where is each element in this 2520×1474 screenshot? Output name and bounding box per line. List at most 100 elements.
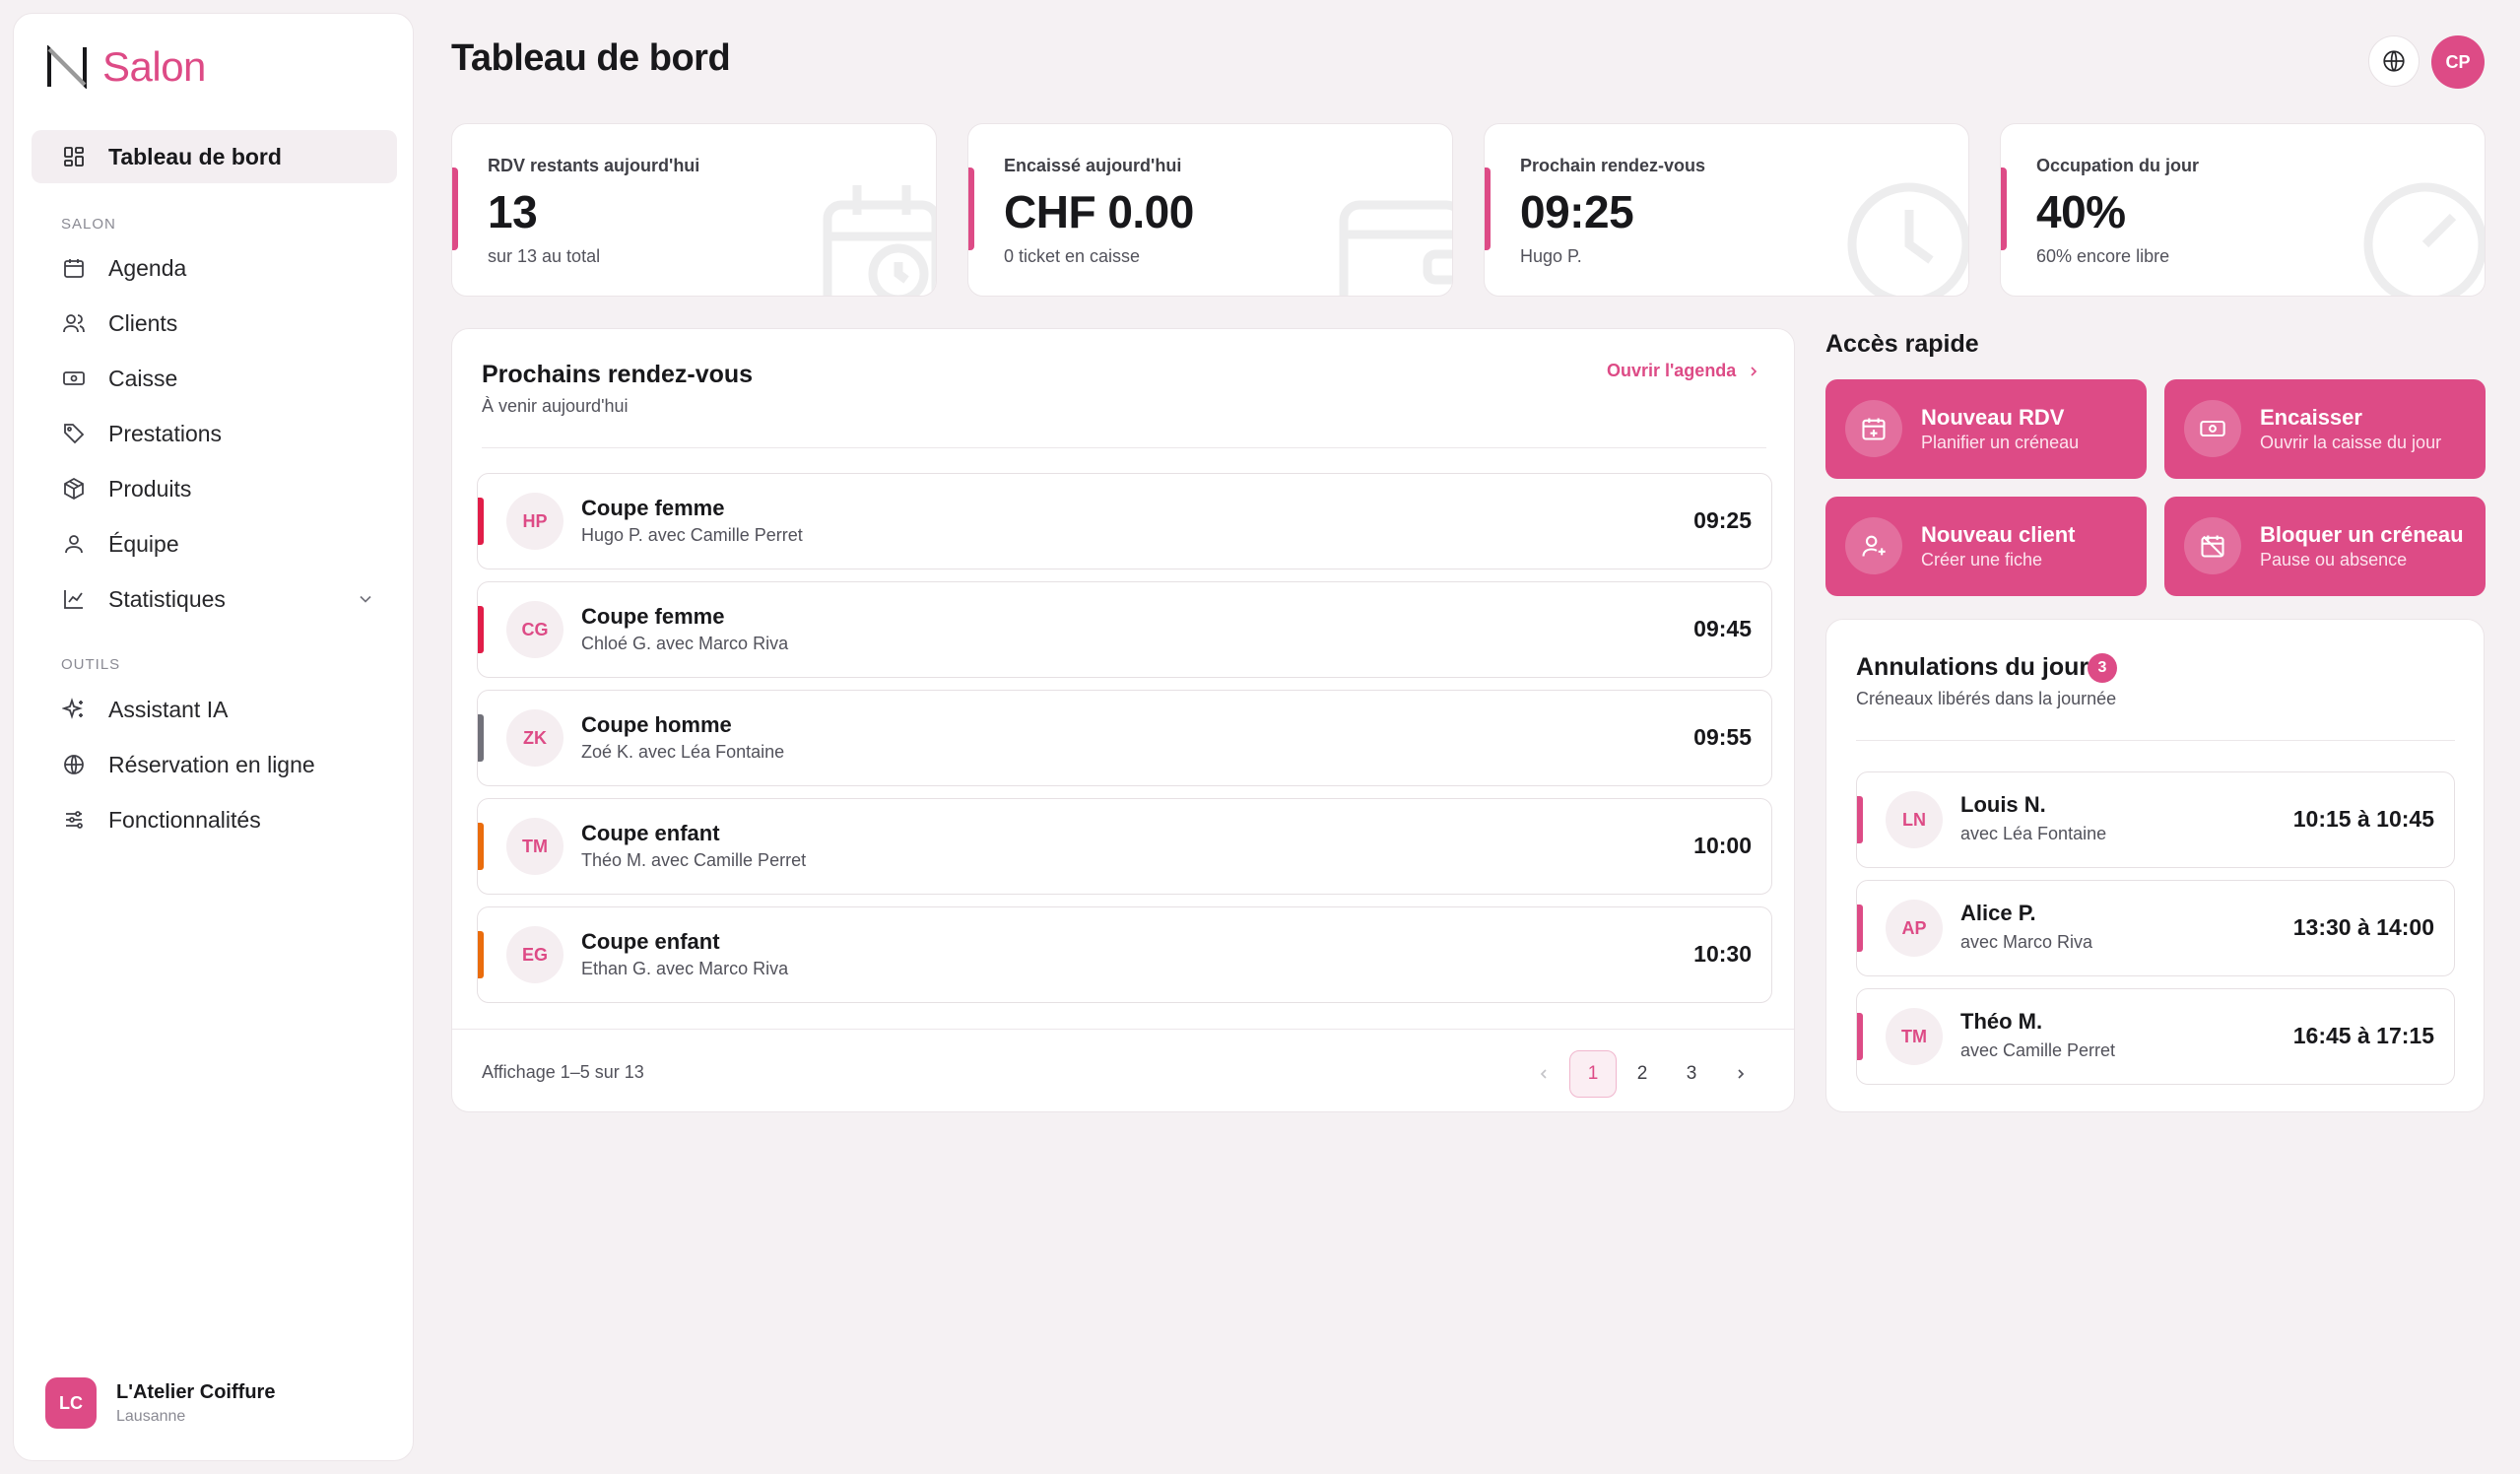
accent-bar xyxy=(968,168,974,250)
sidebar-item-dashboard[interactable]: Tableau de bord xyxy=(32,130,397,183)
cash-icon xyxy=(61,366,87,391)
cancellation-time: 10:15 à 10:45 xyxy=(2292,806,2434,832)
salon-avatar: LC xyxy=(45,1377,97,1429)
quick-action-sub: Planifier un créneau xyxy=(1921,433,2080,452)
cancellation-detail: avec Marco Riva xyxy=(1960,932,2093,952)
calendar-clock-icon xyxy=(823,185,936,296)
stat-sub: 0 ticket en caisse xyxy=(1004,246,1141,266)
language-button[interactable] xyxy=(2368,35,2420,87)
appointment-detail: Ethan G. avec Marco Riva xyxy=(581,959,789,978)
cancellation-row[interactable]: TM Théo M. avec Camille Perret 16:45 à 1… xyxy=(1856,988,2455,1085)
cancellation-detail: avec Léa Fontaine xyxy=(1960,824,2107,843)
quick-encaisser-button[interactable]: Encaisser Ouvrir la caisse du jour xyxy=(2164,379,2486,479)
quick-action-title: Nouveau RDV xyxy=(1921,405,2065,430)
appointment-time: 09:55 xyxy=(1693,724,1752,750)
cash-icon xyxy=(2184,400,2241,457)
appointment-service: Coupe homme xyxy=(581,712,732,737)
avatar: LN xyxy=(1886,791,1943,848)
quick-action-sub: Créer une fiche xyxy=(1921,550,2043,570)
sidebar-item-fonctionnalites[interactable]: Fonctionnalités xyxy=(32,793,397,846)
team-icon xyxy=(61,531,87,557)
sidebar-item-clients[interactable]: Clients xyxy=(32,297,397,350)
stat-sub: 60% encore libre xyxy=(2036,246,2170,266)
cancellation-row[interactable]: AP Alice P. avec Marco Riva 13:30 à 14:0… xyxy=(1856,880,2455,976)
box-icon xyxy=(61,476,87,502)
appointment-time: 09:45 xyxy=(1693,616,1752,641)
brand-logo[interactable]: Salon xyxy=(45,43,206,91)
status-marker xyxy=(478,606,484,653)
stat-value: CHF 0.00 xyxy=(1004,186,1194,237)
avatar: TM xyxy=(506,818,564,875)
appointment-row[interactable]: HP Coupe femme Hugo P. avec Camille Perr… xyxy=(477,473,1772,570)
quick-new-client-button[interactable]: Nouveau client Créer une fiche xyxy=(1825,497,2147,596)
calendar-icon xyxy=(61,255,87,281)
sidebar-item-produits[interactable]: Produits xyxy=(32,462,397,515)
sliders-icon xyxy=(61,807,87,833)
sidebar-item-prestations[interactable]: Prestations xyxy=(32,407,397,460)
cancellation-row[interactable]: LN Louis N. avec Léa Fontaine 10:15 à 10… xyxy=(1856,771,2455,868)
open-agenda-link[interactable]: Ouvrir l'agenda xyxy=(1607,361,1761,381)
pagination-page-3[interactable]: 3 xyxy=(1668,1050,1715,1098)
pagination-page-2[interactable]: 2 xyxy=(1619,1050,1666,1098)
accent-bar xyxy=(2001,168,2007,250)
status-marker xyxy=(478,823,484,870)
sidebar-item-caisse[interactable]: Caisse xyxy=(32,352,397,405)
appointment-time: 09:25 xyxy=(1693,507,1752,533)
stat-card-occupation: Occupation du jour 40% 60% encore libre xyxy=(2000,123,2486,297)
accent-bar xyxy=(452,168,458,250)
status-marker xyxy=(1857,796,1863,843)
avatar: CG xyxy=(506,601,564,658)
sidebar: Salon Tableau de bord SALON Agenda Clien… xyxy=(13,13,414,1461)
sidebar-item-equipe[interactable]: Équipe xyxy=(32,517,397,570)
cancellation-time: 16:45 à 17:15 xyxy=(2292,1023,2434,1048)
nav-section-outils: OUTILS xyxy=(61,656,121,673)
appointment-service: Coupe enfant xyxy=(581,821,720,845)
appointment-row[interactable]: ZK Coupe homme Zoé K. avec Léa Fontaine … xyxy=(477,690,1772,786)
appointment-service: Coupe enfant xyxy=(581,929,720,954)
pagination-page-1[interactable]: 1 xyxy=(1569,1050,1617,1098)
stat-value: 09:25 xyxy=(1520,186,1634,237)
pagination-next[interactable] xyxy=(1717,1050,1764,1098)
stat-card-prochain: Prochain rendez-vous 09:25 Hugo P. xyxy=(1484,123,1969,297)
stat-label: Occupation du jour xyxy=(2036,156,2199,175)
appointment-detail: Zoé K. avec Léa Fontaine xyxy=(581,742,785,762)
avatar: ZK xyxy=(506,709,564,767)
quick-new-appointment-button[interactable]: Nouveau RDV Planifier un créneau xyxy=(1825,379,2147,479)
pagination-prev[interactable] xyxy=(1520,1050,1567,1098)
sidebar-item-agenda[interactable]: Agenda xyxy=(32,241,397,295)
user-avatar[interactable]: CP xyxy=(2431,35,2485,89)
logo-mark-icon xyxy=(47,45,87,89)
sidebar-item-label: Clients xyxy=(108,309,178,336)
appointment-row[interactable]: CG Coupe femme Chloé G. avec Marco Riva … xyxy=(477,581,1772,678)
appointment-detail: Hugo P. avec Camille Perret xyxy=(581,525,803,545)
divider xyxy=(1856,740,2455,741)
sidebar-item-label: Équipe xyxy=(108,530,179,557)
panel-subtitle: Créneaux libérés dans la journée xyxy=(1856,689,2117,708)
status-marker xyxy=(1857,904,1863,952)
sidebar-item-statistiques[interactable]: Statistiques xyxy=(32,572,397,626)
open-agenda-label: Ouvrir l'agenda xyxy=(1607,361,1737,380)
divider xyxy=(482,447,1766,448)
sidebar-item-label: Produits xyxy=(108,475,192,502)
sidebar-item-label: Statistiques xyxy=(108,585,226,612)
sidebar-item-assistant-ia[interactable]: Assistant IA xyxy=(32,683,397,736)
sidebar-item-label: Fonctionnalités xyxy=(108,806,261,833)
chevron-down-icon[interactable] xyxy=(356,589,375,609)
gauge-icon xyxy=(2363,182,2485,296)
appointment-detail: Théo M. avec Camille Perret xyxy=(581,850,807,870)
sparkles-icon xyxy=(61,697,87,722)
salon-account[interactable]: LC L'Atelier Coiffure Lausanne xyxy=(45,1377,275,1429)
chevron-left-icon xyxy=(1540,1069,1547,1079)
stat-label: Prochain rendez-vous xyxy=(1520,156,1706,175)
cancellations-panel: Annulations du jour 3 Créneaux libérés d… xyxy=(1825,619,2485,1112)
sidebar-item-label: Caisse xyxy=(108,365,178,391)
appointment-row[interactable]: TM Coupe enfant Théo M. avec Camille Per… xyxy=(477,798,1772,895)
appointment-row[interactable]: EG Coupe enfant Ethan G. avec Marco Riva… xyxy=(477,906,1772,1003)
salon-name: L'Atelier Coiffure xyxy=(116,1380,276,1403)
appointment-time: 10:30 xyxy=(1693,941,1752,967)
quick-block-slot-button[interactable]: Bloquer un créneau Pause ou absence xyxy=(2164,497,2486,596)
stat-label: Encaissé aujourd'hui xyxy=(1004,156,1182,175)
status-marker xyxy=(478,931,484,978)
sidebar-item-reservation[interactable]: Réservation en ligne xyxy=(32,738,397,791)
divider xyxy=(452,1029,1794,1030)
